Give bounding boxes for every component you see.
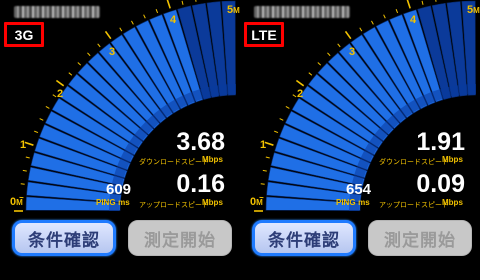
gauge-tick [39, 118, 44, 121]
gauge-tick [285, 106, 290, 109]
scale-label-0: 0M [10, 196, 23, 208]
upload-speed-value: 0.09 [416, 170, 465, 198]
gauge-tick [77, 62, 82, 66]
gauge-tick [344, 30, 352, 40]
speedtest-panel-lte: LTE 0M 1 2 3 4 5M 1.91 ダウンロードスピード Mbps 6… [240, 0, 480, 280]
gauge-tick [337, 43, 341, 48]
gauge-tick [97, 43, 101, 48]
gauge-tick [371, 20, 374, 25]
gauge-tick [143, 14, 146, 19]
scale-label-2: 2 [297, 88, 304, 100]
gauge-tick [24, 141, 34, 146]
gauge-tick [327, 52, 331, 57]
check-conditions-button[interactable]: 条件確認 [252, 220, 356, 256]
ping-label: PING ms [96, 198, 130, 207]
scale-label-5: 5M [467, 4, 480, 16]
download-unit: Mbps [202, 155, 223, 164]
upload-caption: アップロードスピード [139, 202, 209, 209]
upload-speed-value: 0.16 [176, 170, 225, 198]
gauge-tick [317, 62, 322, 66]
gauge-tick [279, 118, 284, 121]
gauge-tick [119, 27, 123, 32]
scale-label-2: 2 [57, 88, 64, 100]
gauge-tick [359, 27, 363, 32]
gauge-tick [181, 0, 184, 5]
gauge-tick [52, 94, 57, 98]
gauge-tick [308, 72, 313, 76]
gauge-tick [87, 52, 91, 57]
gauge-tick [274, 130, 279, 134]
download-caption: ダウンロードスピード [139, 159, 209, 166]
speedtest-panel-3g: 3G 0M 1 2 3 4 5M 3.68 ダウンロードスピード Mbps 60… [0, 0, 240, 280]
ping-value: 609 [106, 181, 132, 198]
gauge-tick [22, 169, 27, 172]
scale-label-0: 0M [250, 196, 263, 208]
gauge-tick [68, 72, 73, 76]
gauge-tick [104, 30, 112, 40]
start-measurement-button[interactable]: 測定開始 [128, 220, 232, 256]
download-speed-value: 1.91 [416, 128, 465, 156]
gauge-tick [383, 14, 386, 19]
upload-unit: Mbps [442, 198, 463, 207]
gauge-tick [45, 106, 50, 109]
scale-label-3: 3 [109, 46, 116, 58]
gauge-tick [131, 20, 134, 25]
gauge-tick [395, 9, 399, 14]
check-conditions-button[interactable]: 条件確認 [12, 220, 116, 256]
gauge-tick [34, 130, 39, 134]
gauge-tick [406, 0, 411, 9]
download-speed-value: 3.68 [176, 128, 225, 156]
download-unit: Mbps [442, 155, 463, 164]
gauge-tick [155, 9, 159, 14]
gauge-tick [20, 183, 25, 185]
gauge-tick [195, 0, 197, 2]
gauge-tick [295, 79, 305, 87]
scale-label-1: 1 [20, 139, 27, 151]
gauge-tick [435, 0, 437, 2]
scale-label-4: 4 [410, 14, 417, 26]
upload-unit: Mbps [202, 198, 223, 207]
gauge-tick [265, 156, 270, 159]
upload-caption: アップロードスピード [379, 202, 449, 209]
scale-label-4: 4 [170, 14, 177, 26]
gauge-tick [421, 0, 424, 5]
gauge-tick [166, 0, 171, 9]
scale-label-1: 1 [260, 139, 267, 151]
scale-label-3: 3 [349, 46, 356, 58]
scale-label-5: 5M [227, 4, 240, 16]
gauge-tick [55, 79, 65, 87]
gauge-tick [292, 94, 297, 98]
gauge-tick [25, 156, 30, 159]
gauge-tick [262, 169, 267, 172]
gauge-tick [260, 183, 265, 185]
ping-label: PING ms [336, 198, 370, 207]
gauge-tick [264, 141, 274, 146]
ping-value: 654 [346, 181, 372, 198]
start-measurement-button[interactable]: 測定開始 [368, 220, 472, 256]
download-caption: ダウンロードスピード [379, 159, 449, 166]
